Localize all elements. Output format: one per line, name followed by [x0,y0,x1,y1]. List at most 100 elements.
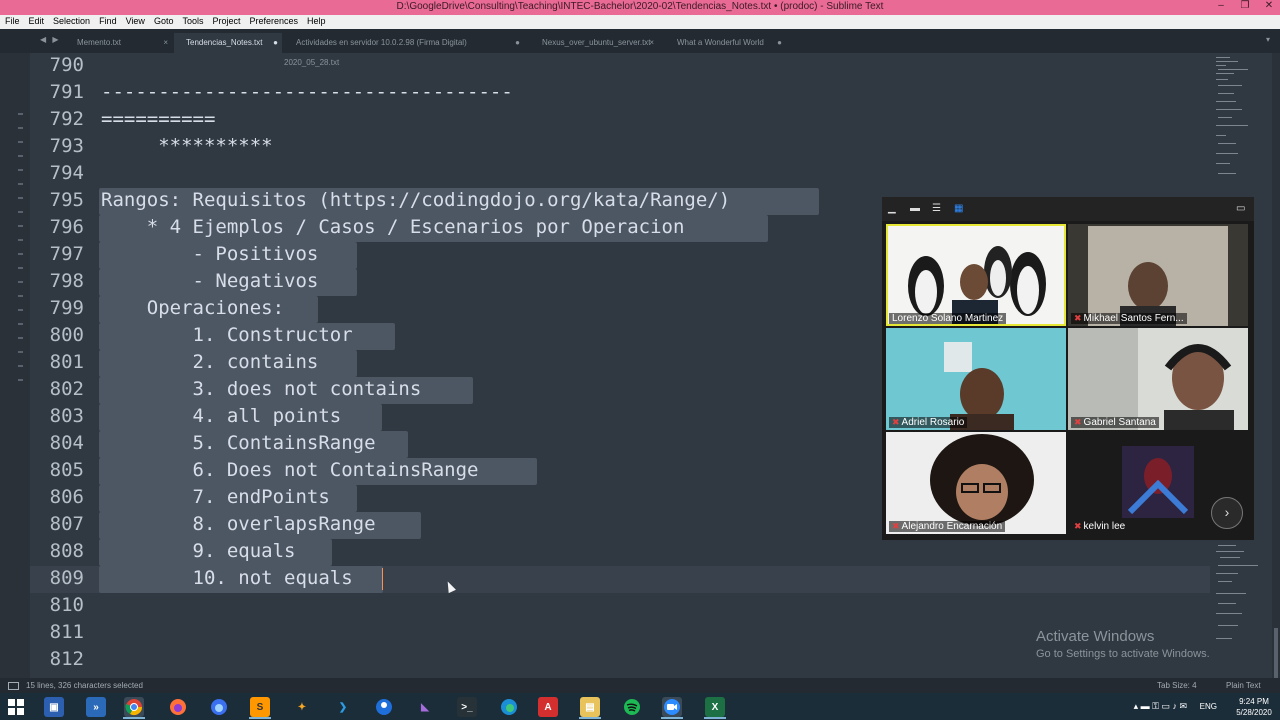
tab-size-status[interactable]: Tab Size: 4 [1157,681,1197,690]
maximize-button[interactable]: ❐ [1238,0,1252,15]
line-number: 800 [49,324,84,346]
line-number: 812 [49,648,84,670]
tab-nexus[interactable]: Nexus_over_ubuntu_server.txt × [530,33,658,53]
line-number: 804 [49,432,84,454]
excel-app-icon[interactable]: X [705,697,725,717]
hide-video-icon[interactable]: ▬ [910,203,920,214]
gallery-view-icon[interactable]: ▦ [954,203,963,214]
minimize-button[interactable]: – [1214,0,1228,15]
video-tile-mikhael[interactable]: ✖ Mikhael Santos Fern... [1068,224,1248,326]
video-feed [886,328,1066,430]
title-bar: D:\GoogleDrive\Consulting\Teaching\INTEC… [0,0,1280,15]
line-text: 6. Does not ContainsRange [101,459,479,481]
code-line-current[interactable]: 809 10. not equals [30,566,1210,593]
menu-tools[interactable]: Tools [177,15,207,29]
line-text: ------------------------------------ [101,81,513,103]
code-line-selected[interactable]: 808 9. equals [30,539,1210,566]
minimize-icon[interactable]: ▁ [888,203,896,214]
menu-edit[interactable]: Edit [24,15,49,29]
next-page-button[interactable]: › [1211,497,1243,529]
edge-app-icon[interactable] [499,697,519,717]
language-indicator[interactable]: ENG [1200,702,1217,711]
window-title: D:\GoogleDrive\Consulting\Teaching\INTEC… [396,1,884,12]
code-line[interactable]: 793 ********** [30,134,1210,161]
menu-project[interactable]: Project [207,15,244,29]
tab-memento[interactable]: Memento.txt × [64,33,172,53]
menu-bar: File Edit Selection Find View Goto Tools… [0,15,1280,29]
tab-actividades[interactable]: Actividades en servidor 10.0.2.98 (Firma… [284,33,524,67]
files-app-icon[interactable]: ▤ [580,697,600,717]
code-line[interactable]: 810 [30,593,1210,620]
explorer-app-icon[interactable]: ▣ [44,697,64,717]
spotify-app-icon[interactable] [622,697,642,717]
line-number: 799 [49,297,84,319]
tab-close-icon[interactable]: × [163,33,168,53]
menu-file[interactable]: File [0,15,24,29]
close-button[interactable]: ✕ [1262,0,1276,15]
syntax-status[interactable]: Plain Text [1226,681,1261,690]
menu-view[interactable]: View [121,15,149,29]
activation-title: Activate Windows [1036,628,1155,645]
tab-dirty-icon[interactable]: ● [273,33,278,53]
muted-mic-icon: ✖ [1074,313,1082,323]
tab-label: Tendencias_Notes.txt [186,38,263,47]
powershell-app-icon[interactable]: » [86,697,106,717]
code-line[interactable]: 811 [30,620,1210,647]
video-tile-adriel[interactable]: ✖ Adriel Rosario [886,328,1066,430]
menu-goto[interactable]: Goto [149,15,178,29]
tab-tendencias-notes[interactable]: Tendencias_Notes.txt ● [174,33,282,53]
tab-list-dropdown-icon[interactable]: ▾ [1266,35,1270,44]
menu-help[interactable]: Help [302,15,330,29]
visual-studio-app-icon[interactable]: ◣ [415,697,435,717]
tab-dirty-icon[interactable]: ● [515,33,520,53]
speaker-view-icon[interactable]: ☰ [932,203,941,214]
menu-preferences[interactable]: Preferences [244,15,302,29]
git-app-icon[interactable]: ✦ [292,697,312,717]
participant-name: ✖ Adriel Rosario [889,417,968,428]
sublime-text-app-icon[interactable]: S [250,697,270,717]
tab-close-icon[interactable]: × [649,33,654,53]
video-tile-lorenzo[interactable]: Lorenzo Solano Martinez [886,224,1066,326]
zoom-app-icon[interactable] [662,697,682,717]
vertical-scrollbar[interactable] [1272,53,1280,688]
firefox-developer-app-icon[interactable] [209,697,229,717]
tab-dirty-icon[interactable]: ● [777,33,782,53]
line-text: - Negativos [101,270,319,292]
active-app-indicator [249,717,271,719]
exit-minimized-icon[interactable]: ▭ [1236,203,1245,214]
line-text: ********** [101,135,273,157]
line-text: 2. contains [101,351,319,373]
code-line[interactable]: 812 [30,647,1210,674]
tab-nav-arrows[interactable]: ◀ ▶ [40,35,61,44]
panel-toggle-icon[interactable] [8,682,19,690]
clock[interactable]: 9:24 PM 5/28/2020 [1234,696,1274,718]
line-number: 808 [49,540,84,562]
video-tile-gabriel[interactable]: ✖ Gabriel Santana [1068,328,1248,430]
menu-selection[interactable]: Selection [48,15,94,29]
video-feed [886,224,1066,326]
code-line[interactable]: 790 [30,53,1210,80]
line-text: 10. not equals [101,567,353,589]
firefox-app-icon[interactable] [168,697,188,717]
maps-app-icon[interactable] [374,697,394,717]
code-line[interactable]: 791 ------------------------------------ [30,80,1210,107]
activation-watermark: Activate Windows Go to Settings to activ… [1036,628,1210,660]
tab-bar: ◀ ▶ Memento.txt × Tendencias_Notes.txt ●… [0,29,1280,67]
start-button[interactable] [6,697,26,717]
menu-find[interactable]: Find [94,15,121,29]
vscode-app-icon[interactable]: ❯ [333,697,353,717]
video-tile-alejandro[interactable]: ✖ Alejandro Encarnación [886,432,1066,534]
tab-wonderful-world[interactable]: What a Wonderful World ● [664,33,786,53]
line-number: 801 [49,351,84,373]
chrome-app-icon[interactable] [124,697,144,717]
line-text: - Positivos [101,243,319,265]
terminal-app-icon[interactable]: >_ [457,697,477,717]
acrobat-app-icon[interactable]: A [538,697,558,717]
line-number: 806 [49,486,84,508]
code-line[interactable]: 794 [30,161,1210,188]
code-line[interactable]: 792 ========== [30,107,1210,134]
line-text: Operaciones: [101,297,285,319]
tray-icons[interactable]: ▴ ▬ ⚿ ▭ ♪ ✉ [1134,701,1187,712]
line-text: 1. Constructor [101,324,353,346]
line-text: 9. equals [101,540,296,562]
